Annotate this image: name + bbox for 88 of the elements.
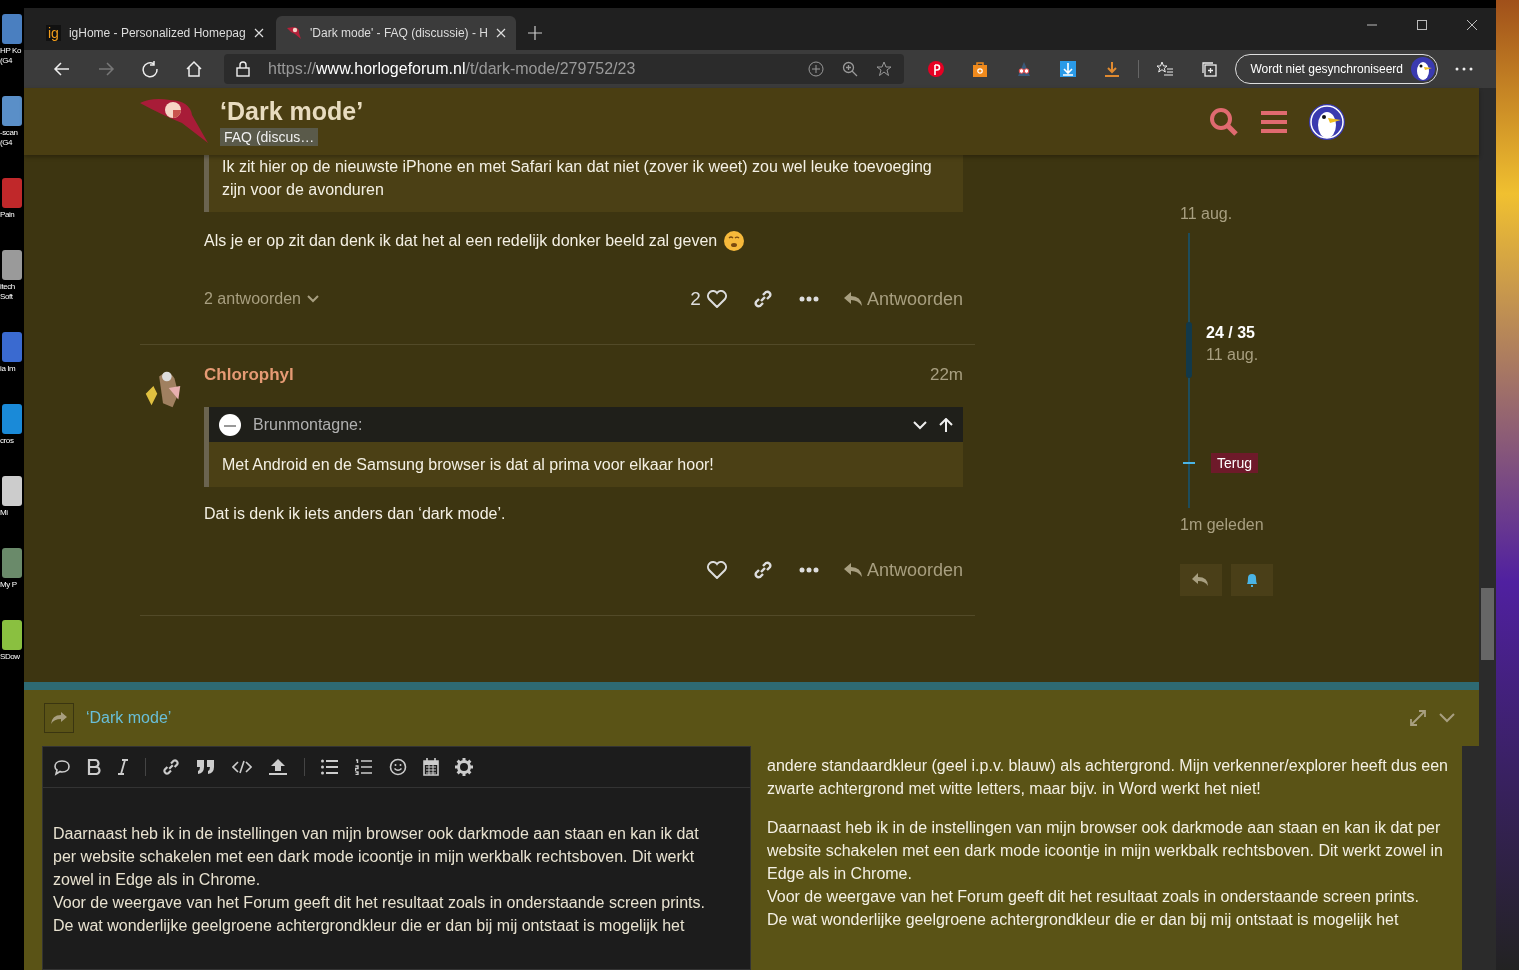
- home-icon[interactable]: [185, 60, 203, 78]
- download-icon[interactable]: [1059, 60, 1078, 78]
- pin-logo-icon[interactable]: [927, 60, 946, 78]
- favorites-icon[interactable]: [1156, 60, 1175, 78]
- chevron-down-icon: [306, 295, 319, 303]
- shopping-bag-icon[interactable]: [971, 60, 990, 78]
- quote-text: Ik zit hier op de nieuwste iPhone en met Safari kan dat niet (zover ik weet) zou wel leuke toevoeging zijn voor de avonduren: [221, 157, 933, 200]
- address-bar[interactable]: https://www.horlogeforum.nl/t/dark-mode/279752/23: [224, 54, 905, 84]
- tab-title: igHome - Personalized Homepag: [68, 26, 246, 40]
- close-icon[interactable]: [254, 28, 264, 38]
- heart-icon[interactable]: [706, 290, 727, 308]
- more-icon[interactable]: [1455, 67, 1473, 71]
- menu-icon[interactable]: [1261, 109, 1287, 134]
- user-avatar-icon: [219, 413, 241, 436]
- code-icon[interactable]: [232, 760, 252, 774]
- reply-arrow-icon: [842, 291, 863, 307]
- refresh-icon[interactable]: [141, 60, 159, 78]
- star-icon[interactable]: [876, 61, 893, 77]
- italic-icon[interactable]: [117, 759, 129, 775]
- link-icon[interactable]: [162, 758, 180, 776]
- link-icon[interactable]: [752, 289, 773, 309]
- post-author[interactable]: Chlorophyl: [204, 365, 294, 385]
- lock-icon: [236, 61, 250, 77]
- shortcut-label: Pain: [0, 210, 16, 220]
- position-date: 11 aug.: [1206, 346, 1259, 365]
- back-button[interactable]: Terug: [1211, 453, 1259, 473]
- heart-icon[interactable]: [706, 561, 727, 579]
- bold-icon[interactable]: [87, 759, 101, 775]
- browser-tab[interactable]: 'Dark mode' - FAQ (discussie) - H: [276, 16, 516, 50]
- quote-author: Brunmontagne:: [253, 415, 363, 434]
- collections-icon[interactable]: [1200, 60, 1219, 78]
- quote-text: Met Android en de Samsung browser is dat al prima voor elkaar hoor!: [221, 455, 715, 475]
- timeline-end-date[interactable]: 1m geleden: [1180, 516, 1320, 534]
- add-circle-icon[interactable]: [808, 61, 825, 77]
- shortcut-label: SDow: [0, 652, 21, 662]
- calendar-icon[interactable]: [423, 758, 439, 776]
- reply-arrow-icon: [842, 562, 863, 578]
- site-favicon: ig: [46, 25, 61, 41]
- shortcut-label: Mi: [0, 508, 9, 518]
- expand-icon[interactable]: [1409, 709, 1427, 727]
- quote-icon[interactable]: [196, 759, 216, 775]
- more-icon[interactable]: [798, 296, 819, 302]
- bullet-list-icon[interactable]: [321, 759, 339, 775]
- smiley-icon[interactable]: [389, 758, 407, 776]
- close-icon[interactable]: [1467, 20, 1477, 30]
- close-icon[interactable]: [496, 28, 506, 38]
- search-icon[interactable]: [1209, 106, 1239, 137]
- bell-icon[interactable]: [1231, 564, 1273, 596]
- like-count[interactable]: 2: [690, 288, 701, 310]
- shortcut-label: HP Ko (G4: [0, 46, 22, 66]
- topic-title: ‘Dark mode’: [220, 97, 364, 126]
- forward-arrow-icon[interactable]: [97, 60, 115, 78]
- speech-bubble-icon[interactable]: [53, 758, 71, 776]
- penguin-avatar-icon[interactable]: [1309, 103, 1345, 140]
- bird-logo-icon: [286, 25, 302, 41]
- url-text: https://www.horlogeforum.nl/t/dark-mode/279752/23: [268, 60, 636, 78]
- settings-icon[interactable]: [455, 758, 473, 776]
- upload-icon[interactable]: [268, 758, 288, 776]
- scrollbar-thumb[interactable]: [1481, 588, 1494, 660]
- preview-paragraph: andere standaardkleur (geel i.p.v. blauw) als achtergrond. Mijn verkenner/explorer heeft dus een zwarte achtergrond met witte letters, maar bijv. in Word werkt het niet!: [767, 756, 1449, 799]
- timeline-handle[interactable]: [1186, 322, 1192, 379]
- numbered-list-icon[interactable]: [355, 759, 373, 775]
- post-position: 24 / 35: [1206, 324, 1256, 343]
- tab-title: 'Dark mode' - FAQ (discussie) - H: [310, 26, 488, 40]
- reply-button[interactable]: Antwoorden: [842, 559, 963, 581]
- post-text: Dat is denk ik iets anders dan ‘dark mode’.: [204, 505, 506, 523]
- shortcut-label: ia Im: [0, 364, 17, 374]
- replies-toggle[interactable]: 2 antwoorden: [204, 290, 319, 308]
- shortcut-label: My P: [0, 580, 18, 590]
- shortcut-label: itech Soft: [0, 282, 16, 302]
- reply-button[interactable]: Antwoorden: [842, 288, 963, 310]
- post-text: Als je er op zit dan denk ik dat het al een redelijk donker beeld zal geven: [204, 232, 718, 250]
- browser-tab[interactable]: ig igHome - Personalized Homepag: [36, 16, 274, 50]
- new-tab-icon[interactable]: [528, 26, 542, 40]
- penguin-avatar-icon: [1411, 57, 1435, 81]
- post-time[interactable]: 22m: [929, 365, 963, 385]
- zoom-icon[interactable]: [842, 61, 859, 77]
- maximize-icon[interactable]: [1417, 20, 1427, 30]
- reply-topic-link[interactable]: ‘Dark mode’: [86, 709, 172, 727]
- preview-paragraph: Daarnaast heb ik in de instellingen van mijn browser ook darkmode aan staan en kan ik dat per website schakelen met een dark mode icoontje in mijn werkbalk rechtsboven. Dit werkt zowel in Edge als in Chrome. Voor de weergave van het Forum geeft dit het resultaat zoals in onderstaande screen prints. De wat wonderlijke geelgroene achtergrondkleur die er dan bij mij ontstaat is mogelijk het: [767, 818, 1444, 930]
- back-arrow-icon[interactable]: [53, 60, 71, 78]
- shortcut-label: -scan (G4: [0, 128, 19, 148]
- timeline-start-date[interactable]: 11 aug.: [1180, 205, 1320, 223]
- arrow-up-icon[interactable]: [939, 417, 953, 432]
- category-badge[interactable]: FAQ (discus…: [220, 128, 319, 146]
- more-icon[interactable]: [798, 567, 819, 573]
- link-icon[interactable]: [752, 560, 773, 580]
- shortcut-label: cros: [0, 436, 15, 446]
